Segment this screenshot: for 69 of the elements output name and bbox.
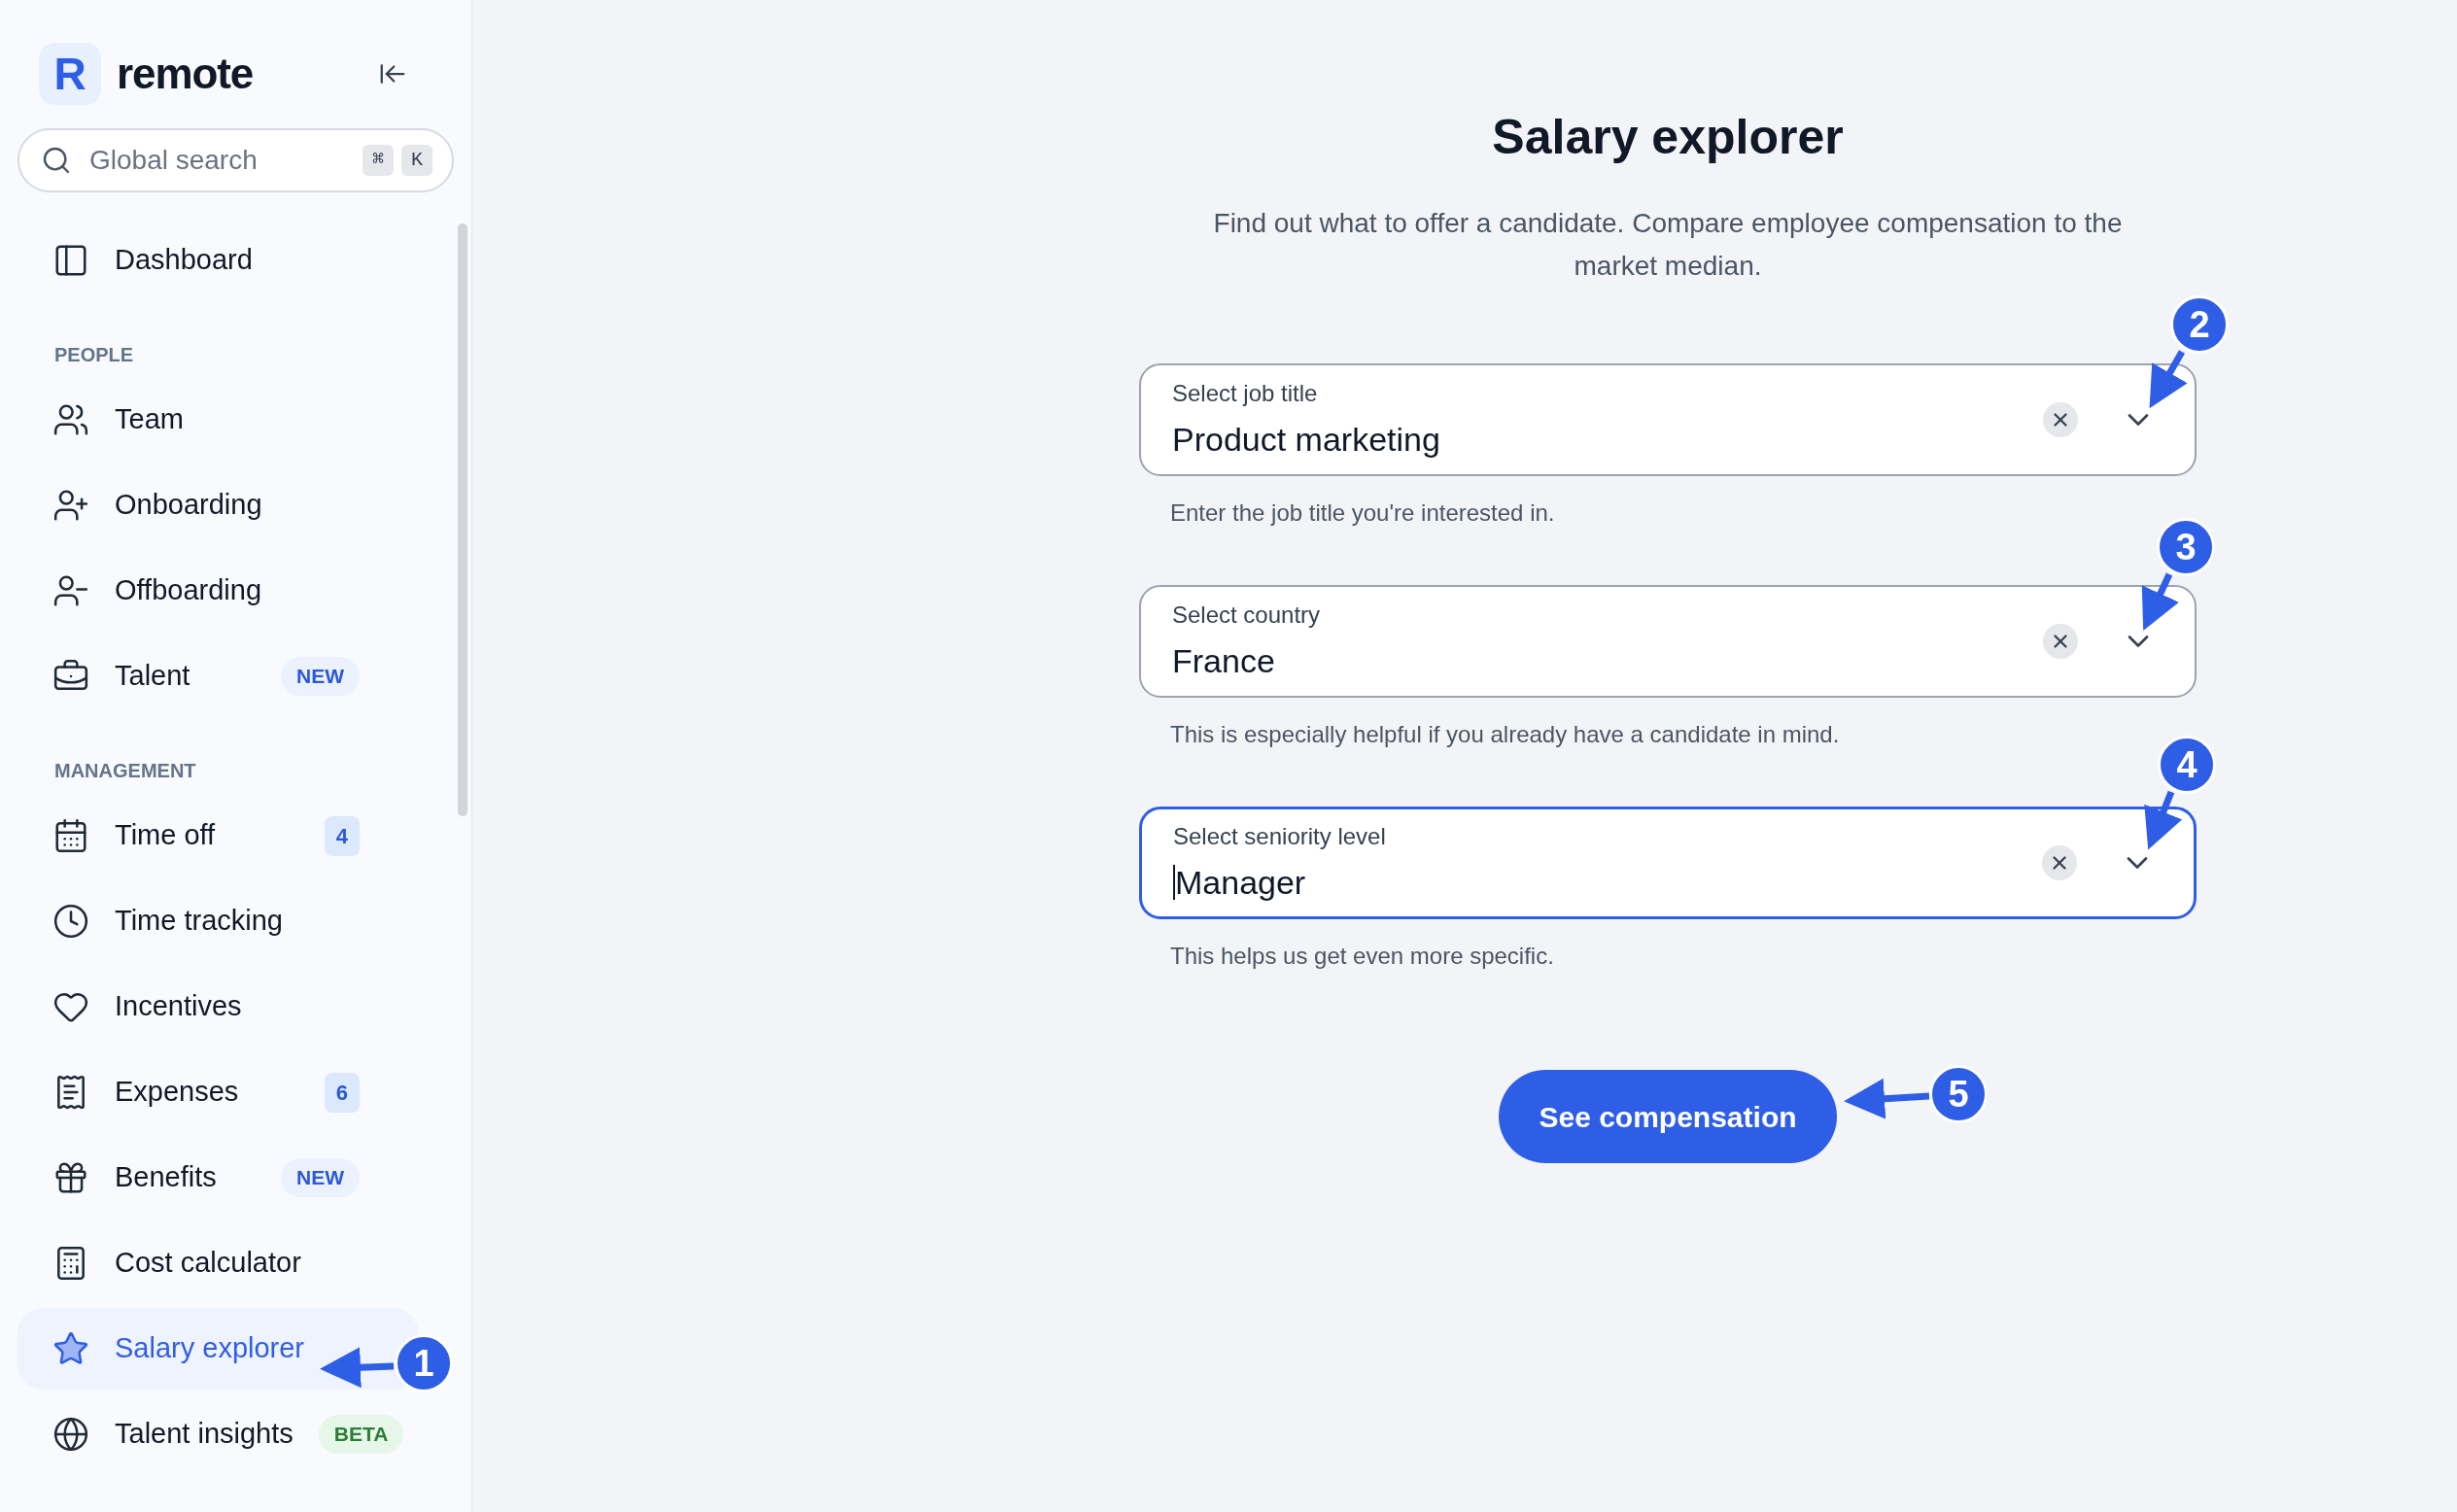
nav-item[interactable]: Onboarding (17, 464, 418, 546)
nav-item[interactable]: Team (17, 379, 418, 461)
shortcut-key: K (401, 145, 433, 176)
nav-badge: 4 (324, 815, 360, 856)
field-help: This is especially helpful if you already have a candidate in mind. (1170, 720, 1840, 749)
nav-item[interactable]: Talent insights BETA (17, 1393, 418, 1475)
clear-button[interactable] (2043, 402, 2078, 437)
nav-label: Onboarding (115, 488, 263, 523)
nav-label: Offboarding (115, 573, 263, 608)
see-compensation-button[interactable]: See compensation (1499, 1070, 1837, 1163)
nav-badge: 6 (324, 1072, 360, 1113)
annotation-arrow (2141, 572, 2179, 632)
section-heading: MANAGEMENT (53, 759, 197, 783)
annotation-arrow (2149, 350, 2188, 409)
nav-item[interactable]: Time tracking (17, 880, 418, 962)
nav-item[interactable]: Dashboard (17, 220, 418, 301)
step-number: 2 (2170, 295, 2229, 354)
nav-label: Salary explorer (115, 1331, 306, 1366)
nav-item[interactable]: Benefits NEW (17, 1137, 418, 1219)
field-label: Select seniority level (1173, 821, 1387, 851)
annotation-arrow (2144, 790, 2183, 850)
page-title: Salary explorer (1492, 113, 1844, 161)
field-help: Enter the job title you're interested in. (1170, 498, 1555, 528)
step-number: 5 (1929, 1065, 1988, 1123)
step-number: 4 (2158, 736, 2216, 794)
nav-label: Talent insights (115, 1417, 294, 1452)
clear-button[interactable] (2043, 624, 2078, 659)
nav-label: Expenses (115, 1075, 240, 1110)
step-number: 3 (2157, 518, 2215, 576)
panel-icon (52, 242, 89, 279)
scrollbar[interactable] (458, 223, 467, 816)
section-heading: PEOPLE (53, 343, 135, 367)
logo-name: remote (117, 49, 254, 99)
clear-button[interactable] (2042, 845, 2077, 880)
clock-icon (52, 903, 89, 940)
nav-item[interactable]: Talent NEW (17, 636, 418, 717)
nav-label: Time off (115, 818, 217, 853)
select-field[interactable]: Select seniority level Manager (1139, 807, 2197, 919)
star-icon (52, 1330, 89, 1367)
nav-item[interactable]: Incentives (17, 966, 418, 1048)
field-value: Product marketing (1172, 419, 1440, 460)
field-value: France (1172, 640, 1275, 681)
nav-item[interactable]: Expenses 6 (17, 1051, 418, 1133)
globe-icon (52, 1416, 89, 1453)
nav-item[interactable]: Time off 4 (17, 795, 418, 876)
nav-label: Incentives (115, 989, 243, 1024)
nav-label: Talent (115, 659, 191, 694)
page-description: Find out what to offer a candidate. Compare employee compensation to the market median. (1212, 207, 2124, 283)
select-field[interactable]: Select job title Product marketing (1139, 363, 2197, 476)
nav-label: Time tracking (115, 904, 284, 939)
nav-label: Team (115, 402, 185, 437)
select-field[interactable]: Select country France (1139, 585, 2197, 698)
field-value: Manager (1175, 862, 1306, 903)
text-cursor (1173, 865, 1175, 900)
nav-badge: NEW (281, 657, 360, 696)
nav-badge: BETA (318, 1415, 404, 1454)
nav-label: Cost calculator (115, 1246, 302, 1281)
nav-label: Benefits (115, 1160, 218, 1195)
nav-item[interactable]: Offboarding (17, 550, 418, 632)
field-help: This helps us get even more specific. (1170, 942, 1554, 971)
logo-mark: R (39, 43, 101, 105)
calendar-icon (52, 817, 89, 854)
search-icon (41, 145, 72, 176)
nav-label: Dashboard (115, 243, 254, 278)
field-label: Select country (1172, 600, 1322, 630)
nav-item[interactable]: Cost calculator (17, 1222, 418, 1304)
shortcut-key: ⌘ (363, 145, 394, 176)
field-label: Select job title (1172, 378, 1319, 408)
nav-badge: NEW (281, 1158, 360, 1197)
